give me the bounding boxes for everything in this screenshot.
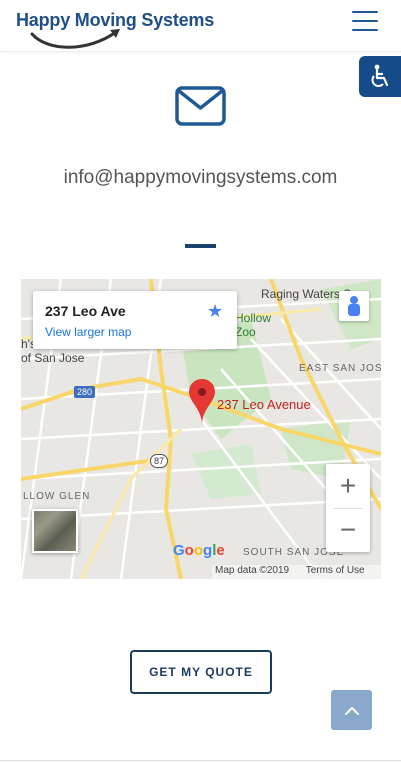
map-data-attribution: Map data ©2019 [215,565,290,576]
hamburger-menu-icon[interactable] [352,11,378,33]
scroll-to-top-button[interactable] [331,690,372,730]
embedded-map[interactable]: Raging Waters S Hollow Zoo h's of San Jo… [21,279,381,579]
zoom-controls: + − [326,464,370,552]
map-label: Raging Waters S [261,287,352,301]
pegman-icon[interactable] [339,291,369,321]
map-label: LLOW GLEN [23,491,91,502]
logo[interactable]: Happy Moving Systems [16,8,214,52]
terms-of-use-link[interactable]: Terms of Use [306,565,365,576]
map-label: EAST SAN JOSE [299,363,381,374]
google-logo: Google [173,542,225,559]
map-attribution: Map data ©2019 Terms of Use [212,565,381,579]
map-label: of San Jose [21,351,85,365]
map-info-card: 237 Leo Ave View larger map ★ [33,291,237,349]
map-label: Hollow [235,311,272,325]
highway-280-shield: 280 [74,386,96,398]
site-header: Happy Moving Systems [0,0,401,52]
satellite-toggle[interactable] [32,509,78,553]
accessibility-button[interactable] [359,56,401,97]
highway-87-shield: 87 [150,454,169,468]
map-card-address: 237 Leo Ave [45,303,126,319]
chevron-up-icon [344,706,359,715]
zoom-in-button[interactable]: + [326,464,370,508]
location-pin-icon[interactable] [189,379,215,430]
section-divider [185,244,216,248]
map-label: Zoo [235,325,256,339]
star-icon[interactable]: ★ [207,301,223,322]
get-my-quote-button[interactable]: GET MY QUOTE [130,650,272,694]
logo-swoosh-icon [30,29,120,49]
zoom-out-button[interactable]: − [326,508,370,552]
envelope-icon [175,86,226,131]
email-link[interactable]: info@happymovingsystems.com [0,167,401,189]
pin-label: 237 Leo Avenue [217,397,311,412]
view-larger-map-link[interactable]: View larger map [45,325,131,339]
footer-divider [0,760,401,761]
wheelchair-icon [371,64,389,87]
